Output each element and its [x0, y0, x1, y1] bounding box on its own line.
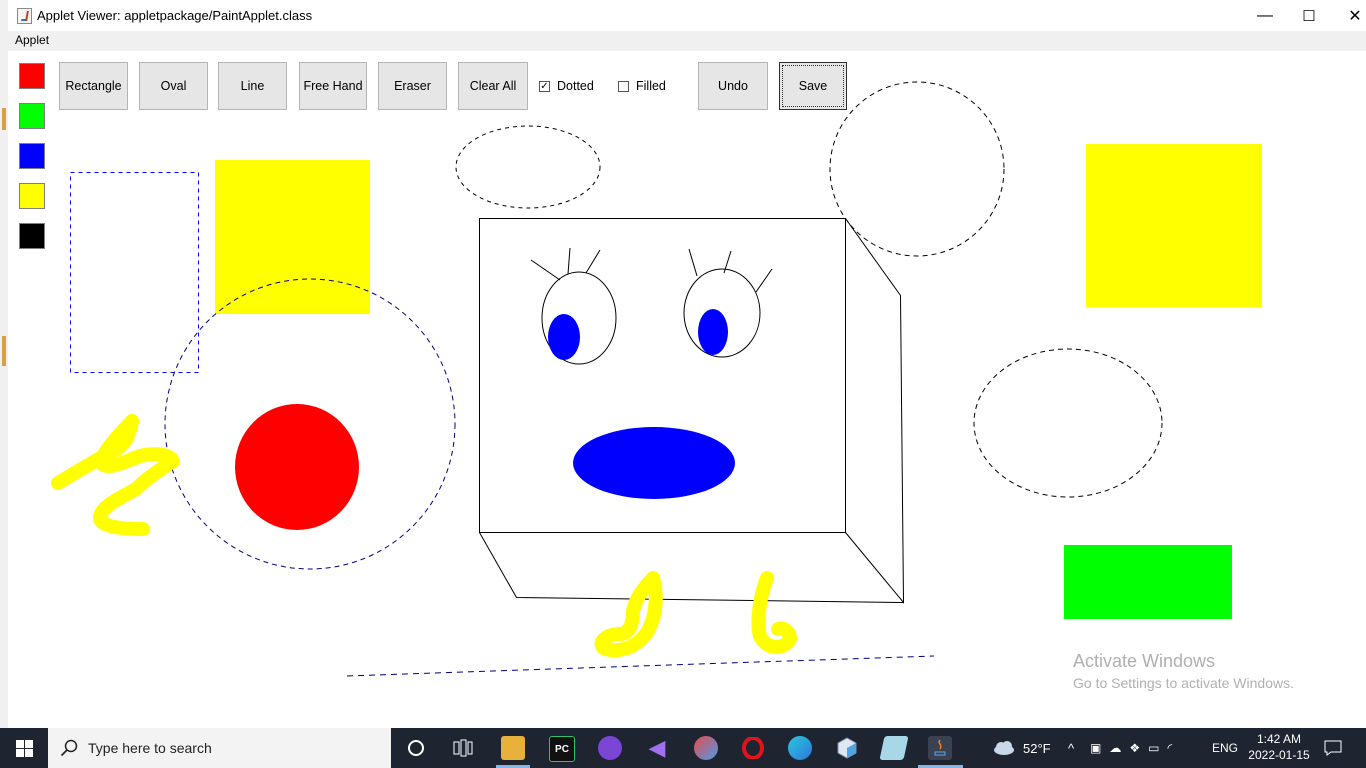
clock-time: 1:42 AM — [1256, 732, 1302, 746]
battery-icon[interactable]: ▭ — [1148, 741, 1159, 755]
color-swatch-red[interactable] — [19, 63, 45, 89]
eyelash — [530, 259, 561, 281]
paint-canvas[interactable]: Rectangle Oval Line Free Hand Eraser Cle… — [8, 51, 1366, 728]
eyelash — [755, 268, 773, 293]
box-app-icon[interactable] — [835, 736, 859, 760]
minimize-button[interactable]: — — [1242, 0, 1288, 31]
onedrive-icon[interactable]: ☁ — [1109, 741, 1121, 755]
wifi-icon[interactable]: ◜ — [1167, 741, 1172, 755]
language-indicator[interactable]: ENG — [1212, 728, 1238, 768]
java-app-icon — [17, 8, 32, 24]
clear-all-button[interactable]: Clear All — [458, 62, 528, 110]
tray-icons: ▣ ☁ ❖ ▭ ◜ — [1090, 728, 1180, 768]
pycharm-icon[interactable]: PC — [549, 736, 575, 762]
activate-windows-watermark: Activate Windows Go to Settings to activ… — [1073, 651, 1294, 691]
paint-icon[interactable] — [694, 736, 718, 760]
left-pupil — [548, 314, 580, 360]
filled-checkbox-label: Filled — [636, 79, 666, 93]
dotted-checkbox[interactable]: ✓ Dotted — [539, 78, 594, 94]
drawn-red-circle — [235, 404, 359, 530]
visual-studio-icon[interactable]: ◀ — [645, 735, 669, 760]
edge-icon[interactable] — [788, 736, 812, 760]
oval-button[interactable]: Oval — [139, 62, 208, 110]
task-view-icon[interactable] — [451, 736, 475, 760]
windows-logo-icon — [15, 739, 33, 757]
maximize-button[interactable]: ☐ — [1286, 0, 1332, 31]
window-title: Applet Viewer: appletpackage/PaintApplet… — [37, 8, 313, 23]
cube-side-face — [845, 218, 905, 604]
line-button[interactable]: Line — [218, 62, 287, 110]
menu-bar: Applet — [8, 31, 1366, 51]
right-pupil — [698, 309, 728, 355]
clock[interactable]: 1:42 AM 2022-01-15 — [1240, 731, 1318, 763]
title-bar[interactable]: Applet Viewer: appletpackage/PaintApplet… — [8, 0, 1366, 31]
drawing-surface[interactable] — [8, 51, 1366, 728]
save-button[interactable]: Save — [779, 62, 847, 110]
drawn-green-rectangle — [1064, 545, 1232, 619]
activate-windows-title: Activate Windows — [1073, 651, 1216, 671]
eyelash — [688, 248, 698, 277]
meet-now-icon[interactable]: ▣ — [1090, 741, 1101, 755]
search-icon — [60, 739, 78, 757]
drawn-yellow-rectangle — [215, 160, 370, 314]
file-explorer-icon[interactable] — [501, 736, 525, 760]
drawn-dotted-ellipse-right — [973, 348, 1163, 498]
mouth — [573, 427, 735, 499]
eyelash — [585, 249, 601, 274]
cloud-icon — [994, 741, 1014, 755]
color-swatch-green[interactable] — [19, 103, 45, 129]
taskbar-search-box[interactable]: Type here to search — [48, 728, 391, 768]
start-button[interactable] — [0, 728, 48, 768]
drawn-dotted-ellipse-top — [455, 125, 601, 209]
podcast-icon[interactable] — [598, 736, 622, 760]
drawn-dotted-line — [346, 655, 935, 677]
drawn-dotted-rectangle — [70, 172, 199, 373]
dotted-checkbox-box[interactable]: ✓ — [539, 80, 550, 92]
undo-button[interactable]: Undo — [698, 62, 768, 110]
search-placeholder: Type here to search — [88, 740, 212, 756]
clock-date: 2022-01-15 — [1248, 748, 1310, 762]
close-button[interactable]: ✕ — [1332, 0, 1366, 31]
freehand-yellow-leg-left — [594, 571, 663, 657]
notepad-icon[interactable] — [879, 736, 909, 760]
drawn-yellow-rectangle-right — [1086, 144, 1262, 307]
freehand-yellow-leg-right — [751, 571, 797, 654]
notification-icon[interactable] — [1324, 728, 1342, 768]
opera-icon[interactable] — [741, 736, 765, 760]
weather-widget[interactable]: 52°F — [992, 728, 1051, 768]
background-window-mark — [2, 336, 6, 366]
activate-windows-subtitle: Go to Settings to activate Windows. — [1073, 675, 1294, 691]
cortana-icon[interactable] — [404, 736, 428, 760]
dropbox-icon[interactable]: ❖ — [1129, 741, 1140, 755]
freehand-yellow-left — [51, 414, 180, 536]
free-hand-button[interactable]: Free Hand — [299, 62, 367, 110]
applet-viewer-window: Applet Viewer: appletpackage/PaintApplet… — [8, 0, 1366, 728]
filled-checkbox-box[interactable] — [618, 80, 629, 92]
color-swatch-blue[interactable] — [19, 143, 45, 169]
eyelash — [567, 247, 571, 275]
weather-temperature: 52°F — [1023, 740, 1051, 756]
eraser-button[interactable]: Eraser — [378, 62, 447, 110]
java-icon[interactable] — [928, 736, 952, 760]
color-swatch-yellow[interactable] — [19, 183, 45, 209]
drawn-dotted-circle-top-right — [829, 81, 1005, 257]
taskbar: Type here to search PC ◀ 52°F ^ ▣ ☁ ❖ ▭ … — [0, 728, 1366, 768]
show-hidden-icons-icon[interactable]: ^ — [1068, 728, 1074, 768]
dotted-checkbox-label: Dotted — [557, 79, 594, 93]
rectangle-button[interactable]: Rectangle — [59, 62, 128, 110]
cube-bottom-face — [479, 532, 904, 603]
filled-checkbox[interactable]: Filled — [618, 78, 666, 94]
color-swatch-black[interactable] — [19, 223, 45, 249]
menu-applet[interactable]: Applet — [15, 33, 49, 47]
background-window-mark — [2, 108, 6, 130]
